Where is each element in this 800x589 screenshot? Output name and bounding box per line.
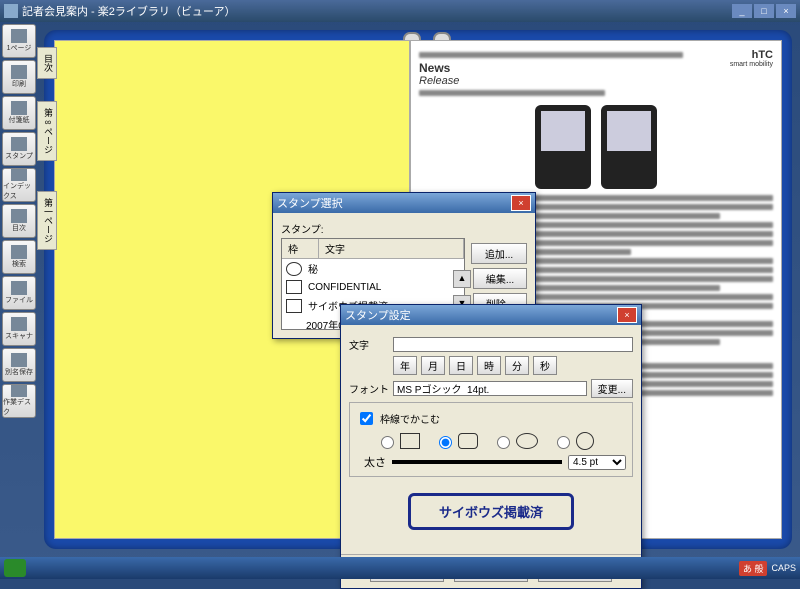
label-text: 文字 — [349, 337, 389, 352]
stamp-config-dialog: スタンプ設定 × 文字 年 月 日 時 分 秒 フォント 変更... — [340, 304, 642, 589]
edit-button[interactable]: 編集... — [473, 268, 527, 289]
stamp-config-title: スタンプ設定 — [345, 307, 411, 323]
doc-title: News — [419, 61, 730, 75]
tool-desk[interactable]: 作業デスク — [2, 384, 36, 418]
tool-print[interactable]: 印刷 — [2, 60, 36, 94]
add-button[interactable]: 追加... — [471, 243, 527, 264]
phone-image-2 — [601, 105, 657, 189]
thickness-bar — [392, 460, 562, 464]
system-tray[interactable]: あ 般 CAPS — [739, 561, 796, 576]
stamp-text-input[interactable] — [393, 337, 633, 352]
tool-search[interactable]: 検索 — [2, 240, 36, 274]
col-text[interactable]: 文字 — [319, 239, 464, 258]
tool-sticky[interactable]: 付箋紙 — [2, 96, 36, 130]
maximize-button[interactable]: □ — [754, 4, 774, 18]
label-thickness: 太さ — [364, 454, 386, 470]
shape-rect-option[interactable] — [376, 433, 420, 449]
change-font-button[interactable]: 変更... — [591, 379, 633, 398]
tab-page-1[interactable]: 第一ページ — [37, 191, 57, 250]
col-frame[interactable]: 枠 — [282, 239, 319, 258]
insert-hour-button[interactable]: 時 — [477, 356, 501, 375]
insert-year-button[interactable]: 年 — [393, 356, 417, 375]
caps-indicator: CAPS — [771, 563, 796, 573]
font-display — [393, 381, 587, 396]
stamp-row-0[interactable]: 秘 — [282, 259, 464, 278]
stamp-select-title: スタンプ選択 — [277, 195, 343, 211]
product-images — [419, 105, 773, 189]
tool-saveas[interactable]: 別名保存 — [2, 348, 36, 382]
window-titlebar: 記者会見案内 - 楽2ライブラリ（ビューア） _ □ × — [0, 0, 800, 22]
doc-subtitle: Release — [419, 75, 730, 87]
stamp-row-1[interactable]: CONFIDENTIAL — [282, 278, 464, 296]
tool-toc[interactable]: 目次 — [2, 204, 36, 238]
minimize-button[interactable]: _ — [732, 4, 752, 18]
brand-logo: hTC — [730, 49, 773, 61]
tool-stamp[interactable]: スタンプ — [2, 132, 36, 166]
ime-indicator[interactable]: あ 般 — [739, 561, 768, 576]
tool-file[interactable]: ファイル — [2, 276, 36, 310]
stamp-preview: サイボウズ掲載済 — [408, 493, 574, 530]
stamp-select-close[interactable]: × — [511, 195, 531, 211]
window-title: 記者会見案内 - 楽2ライブラリ（ビューア） — [22, 3, 235, 19]
tool-page[interactable]: 1ページ — [2, 24, 36, 58]
left-toolbar: 1ページ 印刷 付箋紙 スタンプ インデックス 目次 検索 ファイル スキャナ … — [2, 24, 38, 420]
insert-month-button[interactable]: 月 — [421, 356, 445, 375]
start-button[interactable] — [4, 559, 26, 577]
phone-image-1 — [535, 105, 591, 189]
frame-checkbox[interactable] — [360, 412, 373, 425]
shape-circle-option[interactable] — [552, 432, 594, 450]
shape-ellipse-option[interactable] — [492, 433, 538, 449]
tab-toc[interactable]: 目次 — [37, 47, 57, 79]
tab-page-inf[interactable]: 第∞ページ — [37, 101, 57, 161]
move-up-button[interactable]: ▲ — [453, 270, 471, 288]
stamp-list-label: スタンプ: — [281, 221, 465, 236]
insert-day-button[interactable]: 日 — [449, 356, 473, 375]
stamp-select-titlebar[interactable]: スタンプ選択 × — [273, 193, 535, 213]
stamp-config-close[interactable]: × — [617, 307, 637, 323]
brand-tagline: smart mobility — [730, 61, 773, 68]
app-icon — [4, 4, 18, 18]
frame-group: 枠線でかこむ 太さ 4.5 pt — [349, 402, 633, 477]
insert-sec-button[interactable]: 秒 — [533, 356, 557, 375]
frame-checkbox-label: 枠線でかこむ — [380, 411, 440, 426]
thickness-select[interactable]: 4.5 pt — [568, 455, 626, 470]
close-button[interactable]: × — [776, 4, 796, 18]
tool-scanner[interactable]: スキャナ — [2, 312, 36, 346]
shape-roundrect-option[interactable] — [434, 433, 478, 449]
tool-index[interactable]: インデックス — [2, 168, 36, 202]
insert-min-button[interactable]: 分 — [505, 356, 529, 375]
label-font: フォント — [349, 381, 389, 396]
stamp-config-titlebar[interactable]: スタンプ設定 × — [341, 305, 641, 325]
taskbar[interactable]: あ 般 CAPS — [0, 557, 800, 579]
